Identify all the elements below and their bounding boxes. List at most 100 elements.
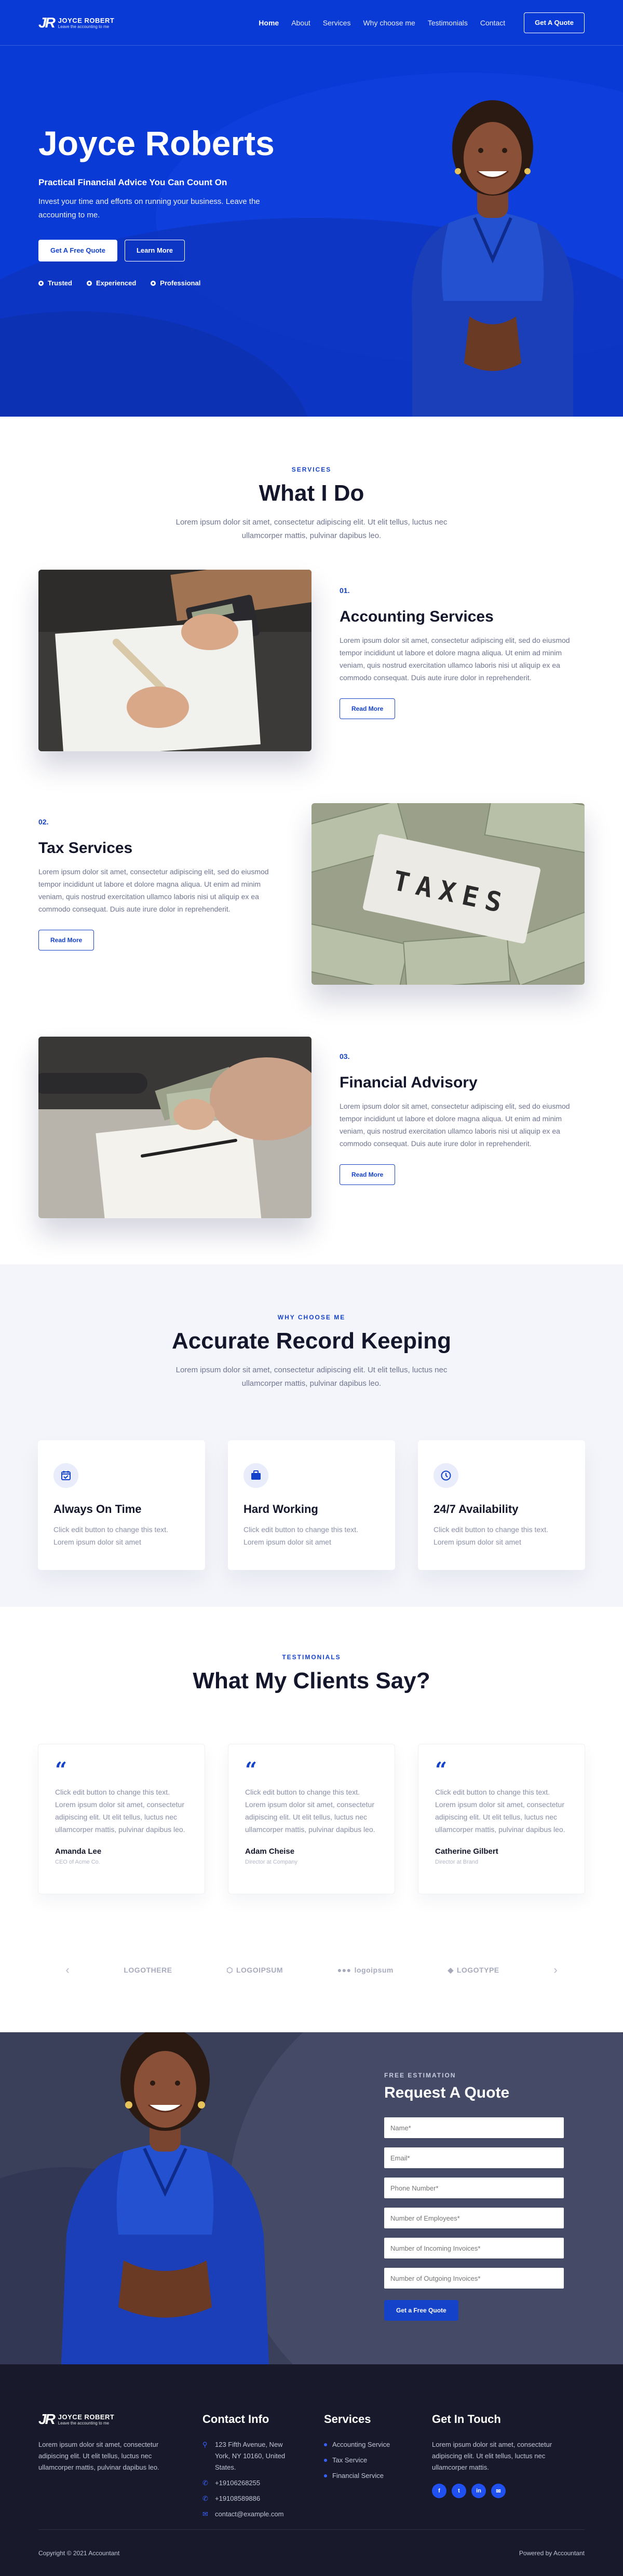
footer-service-link[interactable]: Accounting Service xyxy=(324,2439,432,2450)
hero-copy: Joyce Roberts Practical Financial Advice… xyxy=(38,125,282,287)
learn-more-button[interactable]: Learn More xyxy=(124,240,185,261)
why-choose-me-section: Why choose me Accurate Record Keeping Lo… xyxy=(0,1264,623,1607)
footer-service-link[interactable]: Financial Service xyxy=(324,2470,432,2482)
briefcase-icon xyxy=(243,1463,268,1488)
logo-name: JOYCE ROBERT xyxy=(58,2413,115,2421)
free-quote-button[interactable]: Get A Free Quote xyxy=(38,240,117,261)
service-text: Lorem ipsum dolor sit amet, consectetur … xyxy=(38,867,269,913)
client-logo: LOGOTHERE xyxy=(124,1966,172,1974)
name-field[interactable] xyxy=(384,2117,564,2138)
incoming-invoices-field[interactable] xyxy=(384,2238,564,2258)
twitter-icon[interactable]: t xyxy=(452,2484,466,2498)
badge-trusted: Trusted xyxy=(38,279,72,287)
testimonial-text: Click edit button to change this text. L… xyxy=(245,1788,375,1834)
nav-link-contact[interactable]: Contact xyxy=(480,19,505,27)
testimonial-text: Click edit button to change this text. L… xyxy=(435,1788,565,1834)
service-number: 01. xyxy=(340,586,350,595)
service-number: 03. xyxy=(340,1052,350,1060)
contact-phone[interactable]: ✆ +19106268255 xyxy=(202,2477,324,2489)
chevron-left-icon[interactable]: ‹ xyxy=(65,1963,69,1977)
email-field[interactable] xyxy=(384,2147,564,2168)
footer-service-link[interactable]: Tax Service xyxy=(324,2455,432,2466)
testimonials-eyebrow: Testimonials xyxy=(282,1654,341,1661)
footer-logo[interactable]: JR JOYCE ROBERT Leave the accounting to … xyxy=(38,2411,202,2427)
contact-email[interactable]: ✉ contact@example.com xyxy=(202,2509,324,2520)
footer-about: JR JOYCE ROBERT Leave the accounting to … xyxy=(38,2411,202,2524)
bullet-icon xyxy=(324,2443,327,2446)
logo-tagline: Leave the accounting to me xyxy=(58,2421,110,2426)
services-subtitle: Lorem ipsum dolor sit amet, consectetur … xyxy=(175,518,448,540)
hero-title: Joyce Roberts xyxy=(38,124,275,162)
footer-bottom-bar: Copyright © 2021 Accountant Powered by A… xyxy=(38,2529,585,2576)
employees-field[interactable] xyxy=(384,2208,564,2228)
calendar-check-icon xyxy=(53,1463,78,1488)
clock-icon xyxy=(434,1463,458,1488)
chevron-right-icon[interactable]: › xyxy=(553,1963,557,1977)
service-number: 02. xyxy=(38,818,49,826)
nav-quote-button[interactable]: Get A Quote xyxy=(524,12,585,33)
testimonial-card: “ Click edit button to change this text.… xyxy=(228,1744,395,1894)
read-more-button[interactable]: Read More xyxy=(340,698,396,719)
testimonial-name: Amanda Lee xyxy=(55,1847,102,1856)
logo-mark: JR xyxy=(38,2411,56,2427)
why-title: Accurate Record Keeping xyxy=(172,1328,451,1354)
advisory-image xyxy=(38,1037,312,1218)
nav-link-home[interactable]: Home xyxy=(259,19,279,27)
read-more-button[interactable]: Read More xyxy=(340,1164,396,1185)
nav-link-about[interactable]: About xyxy=(291,19,310,27)
read-more-button[interactable]: Read More xyxy=(38,930,94,950)
testimonial-role: CEO of Acme Co. xyxy=(55,1859,100,1865)
site-logo[interactable]: JR JOYCE ROBERT Leave the accounting to … xyxy=(38,15,114,31)
copyright-text: Copyright © 2021 Accountant xyxy=(38,2549,120,2557)
logo-tagline: Leave the accounting to me xyxy=(58,24,110,29)
footer-services: Services Accounting Service Tax Service … xyxy=(324,2412,432,2524)
main-nav: JR JOYCE ROBERT Leave the accounting to … xyxy=(0,0,623,46)
client-logos-carousel: ‹ LOGOTHERE ⬡ LOGOIPSUM ●●● logoipsum ◆ LOG… xyxy=(38,1960,585,1980)
testimonial-name: Catherine Gilbert xyxy=(435,1847,498,1856)
taxes-image: TAXES xyxy=(312,803,585,985)
phone-icon: ✆ xyxy=(202,2495,208,2502)
email-icon[interactable]: ✉ xyxy=(491,2484,506,2498)
services-eyebrow: Services xyxy=(291,466,332,473)
diamond-icon: ◆ xyxy=(448,1965,454,1974)
circle-icon xyxy=(38,280,44,286)
phone-field[interactable] xyxy=(384,2178,564,2198)
why-eyebrow: Why choose me xyxy=(277,1314,346,1321)
facebook-icon[interactable]: f xyxy=(432,2484,446,2498)
services-title: What I Do xyxy=(259,480,364,506)
quote-form: Free Estimation Request A Quote Get a Fr… xyxy=(384,2072,564,2321)
testimonial-card: “ Click edit button to change this text.… xyxy=(418,1744,585,1894)
quote-eyebrow: Free Estimation xyxy=(384,2072,456,2079)
service-title: Tax Services xyxy=(38,839,133,857)
linkedin-icon[interactable]: in xyxy=(471,2484,486,2498)
client-logo: ●●● logoipsum xyxy=(337,1966,394,1974)
feature-title: Hard Working xyxy=(243,1503,318,1516)
service-item-tax: 02. Tax Services Lorem ipsum dolor sit a… xyxy=(38,803,585,985)
services-section: Services What I Do Lorem ipsum dolor sit… xyxy=(0,417,623,1264)
feature-text: Click edit button to change this text. L… xyxy=(243,1525,359,1546)
service-item-accounting: 01. Accounting Services Lorem ipsum dolo… xyxy=(38,570,585,751)
footer-touch: Get In Touch Lorem ipsum dolor sit amet,… xyxy=(432,2412,577,2524)
quote-icon: “ xyxy=(245,1758,258,1782)
nav-link-why-choose-me[interactable]: Why choose me xyxy=(363,19,415,27)
footer-contact: Contact Info ⚲ 123 Fifth Avenue, New York… xyxy=(202,2412,324,2524)
feature-card: 24/7 Availability Click edit button to c… xyxy=(418,1440,585,1570)
contact-phone[interactable]: ✆ +19108589886 xyxy=(202,2493,324,2504)
why-subtitle: Lorem ipsum dolor sit amet, consectetur … xyxy=(175,1366,448,1388)
footer-services-title: Services xyxy=(324,2413,371,2426)
hero-tagline: Practical Financial Advice You Can Count… xyxy=(38,177,227,187)
footer-about-text: Lorem ipsum dolor sit amet, consectetur … xyxy=(38,2441,159,2471)
quote-title: Request A Quote xyxy=(384,2084,510,2101)
submit-quote-button[interactable]: Get a Free Quote xyxy=(384,2300,458,2321)
feature-card: Hard Working Click edit button to change… xyxy=(228,1440,395,1570)
circle-icon xyxy=(151,280,156,286)
nav-link-services[interactable]: Services xyxy=(323,19,351,27)
testimonials-title: What My Clients Say? xyxy=(193,1668,430,1693)
hero-portrait-image xyxy=(411,100,574,417)
nav-link-testimonials[interactable]: Testimonials xyxy=(428,19,468,27)
footer-touch-title: Get In Touch xyxy=(432,2413,501,2426)
outgoing-invoices-field[interactable] xyxy=(384,2268,564,2289)
social-links: f t in ✉ xyxy=(432,2484,577,2498)
accounting-image xyxy=(38,570,312,751)
dots-icon: ●●● xyxy=(337,1966,351,1974)
